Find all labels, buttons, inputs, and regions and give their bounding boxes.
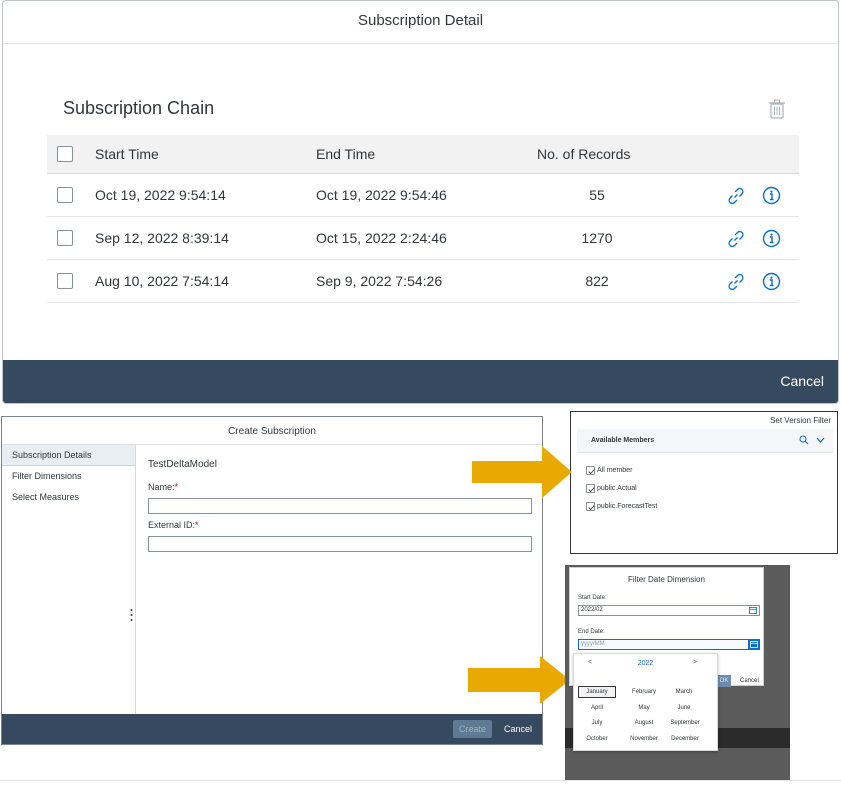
end-date-input[interactable]: yyyy/MM	[578, 639, 760, 650]
subscription-chain-table: Start Time End Time No. of Records Oct 1…	[47, 135, 799, 303]
column-header-records[interactable]: No. of Records	[537, 135, 630, 174]
resize-handle-icon[interactable]	[130, 608, 133, 622]
table-row[interactable]: Oct 19, 2022 9:54:14 Oct 19, 2022 9:54:4…	[47, 174, 799, 217]
start-time-cell: Oct 19, 2022 9:54:14	[95, 187, 226, 203]
dialog-footer: Cancel	[3, 360, 838, 403]
external-id-label: External ID:*	[148, 520, 199, 530]
month-november[interactable]: November	[625, 733, 663, 745]
checkbox[interactable]	[586, 484, 595, 493]
create-button[interactable]: Create	[452, 720, 492, 738]
checkbox[interactable]	[586, 502, 595, 511]
available-members-header: Available Members	[577, 429, 833, 453]
divider	[0, 780, 841, 781]
column-header-start-time[interactable]: Start Time	[95, 135, 159, 174]
dialog-title: Filter Date Dimension	[628, 575, 705, 584]
external-id-input[interactable]	[148, 536, 532, 552]
subscription-chain-title: Subscription Chain	[63, 98, 215, 118]
row-checkbox[interactable]	[57, 230, 73, 246]
arrow-right-icon	[472, 446, 572, 498]
month-july[interactable]: July	[578, 717, 616, 729]
version-filter-panel: Set Version Filter Available Members All…	[570, 411, 838, 554]
records-cell: 822	[585, 273, 609, 289]
dialog-title: Create Subscription	[2, 417, 542, 445]
nav-item-filter-dimensions[interactable]: Filter Dimensions	[2, 466, 135, 487]
month-december[interactable]: December	[666, 733, 704, 745]
next-year-button[interactable]: >	[693, 659, 697, 666]
start-time-cell: Sep 12, 2022 8:39:14	[95, 230, 229, 246]
cancel-button[interactable]: Cancel	[504, 720, 532, 738]
start-time-cell: Aug 10, 2022 7:54:14	[95, 273, 229, 289]
info-icon[interactable]	[762, 229, 781, 248]
member-label: public.ForecastTest	[597, 503, 658, 510]
panel-title: Set Version Filter	[770, 416, 831, 425]
month-august[interactable]: August	[625, 717, 663, 729]
checkbox[interactable]	[586, 466, 595, 475]
nav-item-select-measures[interactable]: Select Measures	[2, 487, 135, 508]
end-date-placeholder: yyyy/MM	[581, 641, 605, 647]
select-all-checkbox[interactable]	[57, 146, 73, 162]
table-header-row: Start Time End Time No. of Records	[47, 135, 799, 174]
cancel-button[interactable]: Cancel	[740, 675, 759, 687]
dialog-footer: Create Cancel	[2, 714, 542, 744]
cancel-button[interactable]: Cancel	[780, 360, 824, 403]
month-may[interactable]: May	[625, 702, 663, 714]
row-checkbox[interactable]	[57, 273, 73, 289]
available-members-label: Available Members	[591, 437, 655, 444]
model-name: TestDeltaModel	[148, 459, 217, 470]
name-input[interactable]	[148, 498, 532, 514]
month-january[interactable]: January	[578, 686, 616, 698]
member-label: All member	[597, 467, 633, 474]
subscription-detail-dialog: Subscription Detail Subscription Chain S…	[2, 0, 839, 404]
end-time-cell: Sep 9, 2022 7:54:26	[316, 273, 443, 289]
calendar-button[interactable]	[748, 639, 760, 650]
month-picker: < 2022 > January February March April Ma…	[573, 653, 718, 751]
chevron-down-icon[interactable]	[816, 436, 825, 444]
link-icon[interactable]	[727, 187, 745, 205]
month-october[interactable]: October	[578, 733, 616, 745]
month-june[interactable]: June	[665, 702, 703, 714]
calendar-icon	[750, 641, 758, 648]
month-september[interactable]: September	[666, 717, 704, 729]
column-header-end-time[interactable]: End Time	[316, 135, 375, 174]
records-cell: 55	[589, 187, 605, 203]
link-icon[interactable]	[727, 273, 745, 291]
end-time-cell: Oct 19, 2022 9:54:46	[316, 187, 447, 203]
link-icon[interactable]	[727, 230, 745, 248]
create-subscription-dialog: Create Subscription Subscription Details…	[1, 416, 543, 745]
info-icon[interactable]	[762, 272, 781, 291]
month-march[interactable]: March	[665, 686, 703, 698]
dialog-sidebar: Subscription Details Filter Dimensions S…	[2, 445, 136, 716]
delete-icon[interactable]	[768, 99, 786, 119]
search-icon[interactable]	[799, 435, 809, 445]
ok-button[interactable]: OK	[717, 675, 731, 687]
month-february[interactable]: February	[625, 686, 663, 698]
nav-item-subscription-details[interactable]: Subscription Details	[2, 445, 135, 466]
calendar-icon[interactable]	[749, 607, 757, 614]
end-time-cell: Oct 15, 2022 2:24:46	[316, 230, 447, 246]
arrow-right-icon	[468, 656, 570, 704]
table-row[interactable]: Aug 10, 2022 7:54:14 Sep 9, 2022 7:54:26…	[47, 260, 799, 303]
member-label: public.Actual	[597, 485, 637, 492]
info-icon[interactable]	[762, 186, 781, 205]
month-april[interactable]: April	[578, 702, 616, 714]
end-date-label: End Date:	[578, 629, 605, 635]
name-label: Name:*	[148, 482, 179, 492]
dialog-title: Subscription Detail	[3, 1, 838, 44]
start-date-value: 2022/02	[581, 607, 603, 613]
table-row[interactable]: Sep 12, 2022 8:39:14 Oct 15, 2022 2:24:4…	[47, 217, 799, 260]
start-date-input[interactable]: 2022/02	[578, 605, 760, 616]
row-checkbox[interactable]	[57, 187, 73, 203]
records-cell: 1270	[581, 230, 613, 246]
start-date-label: Start Date:	[578, 595, 607, 601]
